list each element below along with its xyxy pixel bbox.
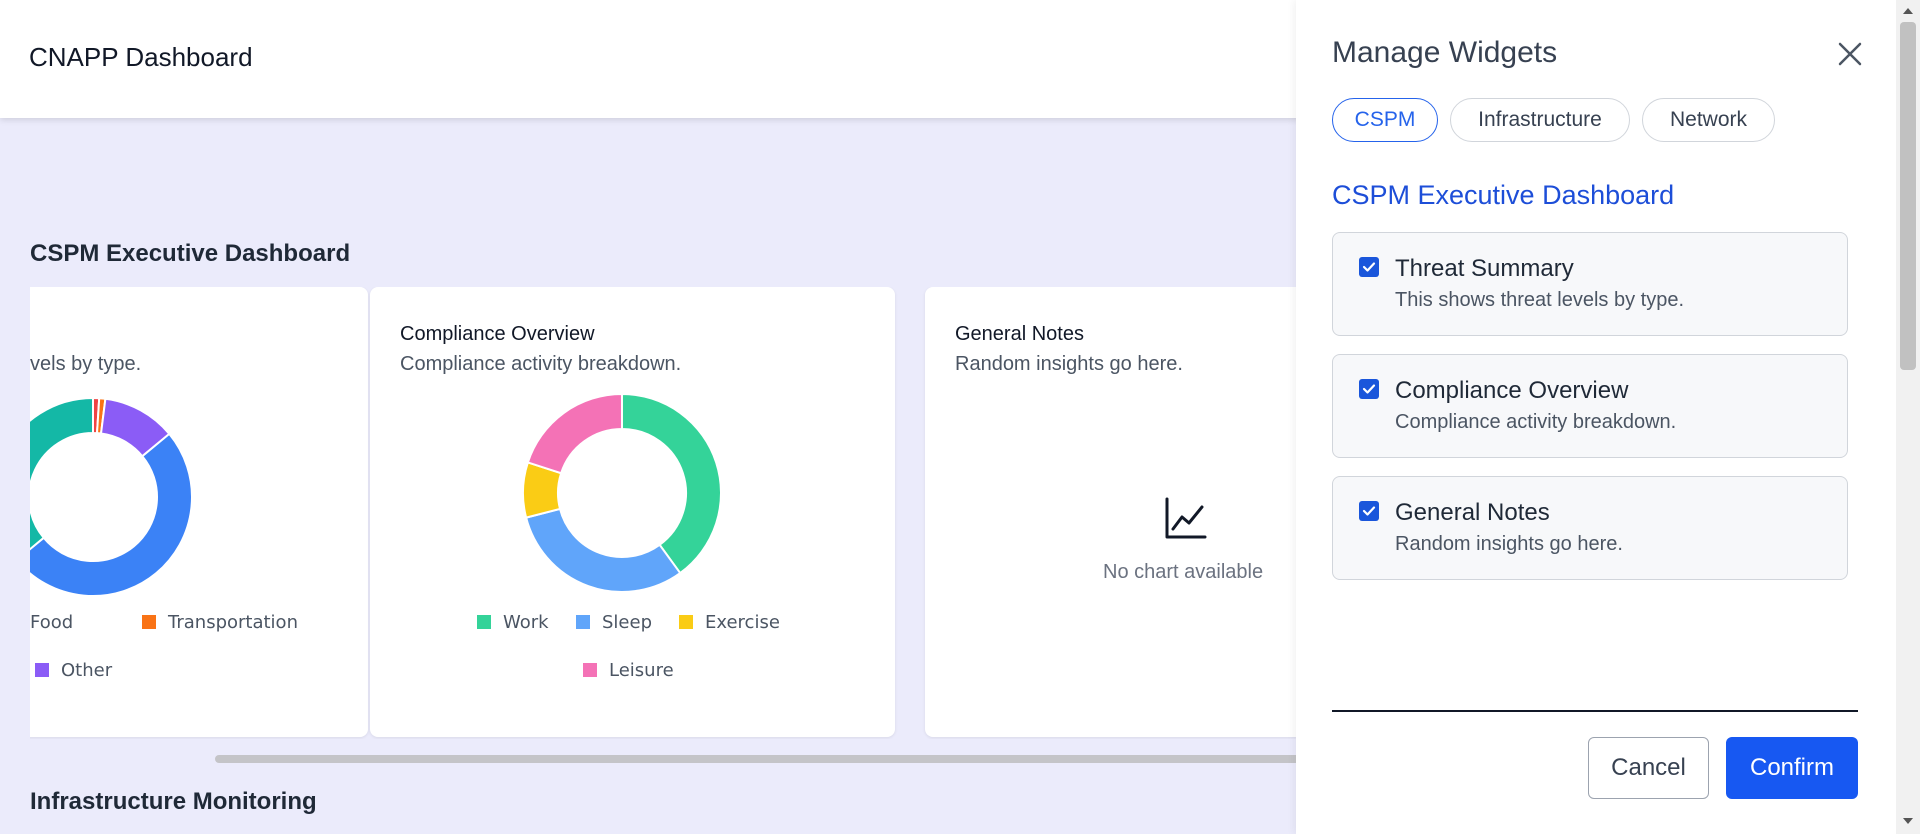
horizontal-scrollbar[interactable]	[30, 755, 1300, 763]
panel-title: Manage Widgets	[1332, 36, 1558, 69]
scroll-down-arrow-icon[interactable]	[1903, 818, 1913, 824]
close-icon[interactable]	[1834, 38, 1866, 70]
widget-option-compliance-overview: Compliance Overview Compliance activity …	[1332, 354, 1848, 458]
widget-checkbox[interactable]	[1359, 257, 1379, 277]
legend-swatch	[576, 615, 590, 629]
card-description: Compliance activity breakdown.	[400, 353, 682, 375]
legend-swatch	[477, 615, 491, 629]
checkmark-icon	[1362, 384, 1376, 394]
legend-item-work: Work	[477, 612, 549, 633]
scroll-up-arrow-icon[interactable]	[1903, 8, 1913, 14]
widget-option-description: This shows threat levels by type.	[1395, 289, 1685, 311]
legend-swatch	[142, 615, 156, 629]
tab-cspm[interactable]: CSPM	[1332, 98, 1438, 142]
section-title-infrastructure: Infrastructure Monitoring	[30, 788, 317, 815]
widget-option-title: General Notes	[1395, 499, 1550, 526]
widget-card-threat-summary: vels by type. Food Transportation Other	[30, 287, 368, 737]
panel-section-title: CSPM Executive Dashboard	[1332, 180, 1675, 210]
legend-item-transportation: Transportation	[142, 612, 298, 633]
cancel-button[interactable]: Cancel	[1588, 737, 1709, 799]
confirm-button[interactable]: Confirm	[1726, 737, 1858, 799]
widget-option-description: Compliance activity breakdown.	[1395, 411, 1677, 433]
donut-slice-leisure	[526, 393, 623, 475]
card-title: Compliance Overview	[400, 323, 595, 345]
checkmark-icon	[1362, 506, 1376, 516]
widget-option-description: Random insights go here.	[1395, 533, 1623, 555]
vertical-scrollbar-thumb[interactable]	[1900, 22, 1916, 370]
no-chart-message: No chart available	[1103, 561, 1264, 583]
threat-donut-chart	[30, 397, 193, 597]
checkmark-icon	[1362, 262, 1376, 272]
legend-label: Transportation	[168, 612, 298, 633]
widget-card-general-notes: General Notes Random insights go here. N…	[925, 287, 1300, 737]
panel-divider	[1332, 710, 1858, 712]
legend-label: Other	[61, 660, 113, 681]
donut-slice-teal	[30, 397, 94, 551]
widget-carousel[interactable]: vels by type. Food Transportation Other …	[30, 287, 1300, 739]
app-title: CNAPP Dashboard	[29, 42, 253, 72]
card-description: Random insights go here.	[955, 353, 1183, 375]
vertical-scrollbar[interactable]	[1896, 0, 1920, 834]
legend-swatch	[35, 663, 49, 677]
legend-label: Work	[503, 612, 549, 633]
legend-label: Sleep	[602, 612, 653, 633]
widget-card-compliance-overview: Compliance Overview Compliance activity …	[370, 287, 895, 737]
legend-item-exercise: Exercise	[679, 612, 780, 633]
tab-infrastructure[interactable]: Infrastructure	[1450, 98, 1630, 142]
legend-label: Food	[30, 612, 74, 633]
horizontal-scrollbar-thumb[interactable]	[215, 755, 1300, 763]
manage-widgets-panel: Manage Widgets CSPM Infrastructure Netwo…	[1296, 0, 1920, 834]
donut-slice-blue	[30, 432, 193, 597]
section-title-cspm: CSPM Executive Dashboard	[30, 240, 351, 267]
widget-checkbox[interactable]	[1359, 379, 1379, 399]
widget-option-general-notes: General Notes Random insights go here.	[1332, 476, 1848, 580]
tab-network[interactable]: Network	[1642, 98, 1775, 142]
legend-item-other: Other	[35, 660, 112, 681]
legend-item-food: Food	[30, 612, 73, 633]
line-chart-icon	[1165, 497, 1207, 539]
widget-option-title: Compliance Overview	[1395, 377, 1629, 404]
card-description: vels by type.	[30, 353, 142, 375]
legend-label: Exercise	[705, 612, 780, 633]
widget-option-title: Threat Summary	[1395, 255, 1574, 282]
legend-label: Leisure	[609, 660, 674, 681]
donut-slice-sleep	[524, 507, 682, 593]
widget-checkbox[interactable]	[1359, 501, 1379, 521]
legend-swatch	[679, 615, 693, 629]
donut-slice-work	[621, 393, 722, 575]
card-title: General Notes	[955, 323, 1084, 345]
legend-swatch	[583, 663, 597, 677]
legend-item-sleep: Sleep	[576, 612, 652, 633]
compliance-donut-chart	[522, 393, 722, 593]
widget-option-threat-summary: Threat Summary This shows threat levels …	[1332, 232, 1848, 336]
legend-item-leisure: Leisure	[583, 660, 674, 681]
